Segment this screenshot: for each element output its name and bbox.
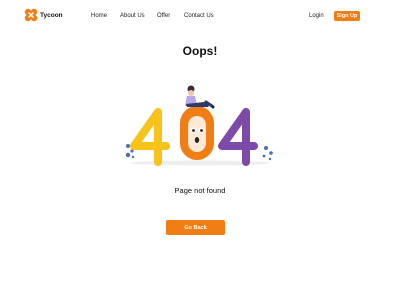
brand-logo[interactable]: Tycoon — [24, 8, 63, 22]
nav-link-home[interactable]: Home — [91, 13, 107, 19]
nav-link-about-us[interactable]: About Us — [120, 13, 145, 19]
tycoon-logo-icon — [24, 8, 38, 22]
nav-link-contact-us[interactable]: Contact Us — [184, 13, 214, 19]
digit-four-left — [130, 108, 170, 166]
nav-link-offer[interactable]: Offer — [157, 13, 170, 19]
brand-name: Tycoon — [40, 11, 63, 19]
login-link[interactable]: Login — [309, 13, 324, 19]
sitting-person — [185, 85, 215, 109]
go-back-button[interactable]: Go Back — [166, 220, 225, 235]
page-title: Oops! — [182, 44, 218, 58]
error-message: Page not found — [174, 186, 226, 195]
signup-button[interactable]: Sign Up — [334, 11, 360, 21]
404-illustration — [125, 85, 273, 166]
digit-zero-middle — [180, 106, 214, 160]
top-nav: Tycoon Home About Us Offer Contact Us Lo… — [0, 0, 400, 32]
digit-four-right — [218, 108, 258, 166]
